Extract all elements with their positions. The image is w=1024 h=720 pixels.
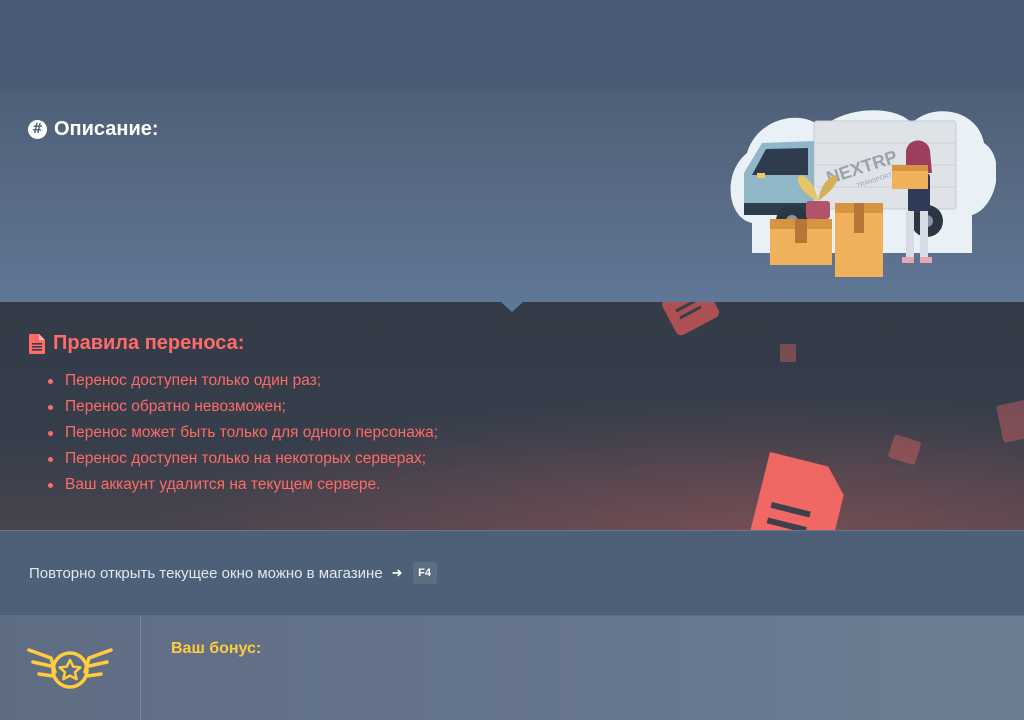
rules-list: Перенос доступен только один раз; Перено… xyxy=(48,368,438,498)
bonus-label: Ваш бонус: xyxy=(171,640,262,657)
moving-truck-illustration: NEXTRP TRANSPORTER xyxy=(730,110,996,277)
rule-text: Ваш аккаунт удалится на текущем сервере. xyxy=(65,476,381,493)
description-heading: # Описание: xyxy=(28,118,159,141)
list-item: Ваш аккаунт удалится на текущем сервере. xyxy=(48,472,438,498)
hash-icon: # xyxy=(28,120,47,139)
description-section: # Описание: NEXTRP TRANSPORTER xyxy=(0,91,1024,302)
bullet-icon xyxy=(48,456,53,462)
rule-text: Перенос доступен только на некоторых сер… xyxy=(65,450,426,467)
top-bar xyxy=(0,0,1024,92)
reopen-hint-section: Повторно открыть текущее окно можно в ма… xyxy=(0,531,1024,616)
bullet-icon xyxy=(48,404,53,410)
shop-hotkey-badge[interactable]: F4 xyxy=(412,562,437,584)
rule-text: Перенос обратно невозможен; xyxy=(65,398,286,415)
rules-heading: Правила переноса: xyxy=(29,332,244,355)
list-item: Перенос доступен только один раз; xyxy=(48,368,438,394)
bullet-icon xyxy=(48,482,53,488)
list-item: Перенос обратно невозможен; xyxy=(48,394,438,420)
winged-star-badge-icon xyxy=(27,648,113,689)
description-title: Описание: xyxy=(54,118,159,140)
rules-title: Правила переноса: xyxy=(53,332,245,354)
section-notch xyxy=(501,302,523,312)
bullet-icon xyxy=(48,430,53,436)
bonus-emblem-cell xyxy=(0,616,141,720)
rule-text: Перенос доступен только один раз; xyxy=(65,372,322,389)
reopen-hint: Повторно открыть текущее окно можно в ма… xyxy=(29,562,437,584)
document-icon xyxy=(29,333,45,354)
rule-text: Перенос может быть только для одного пер… xyxy=(65,424,439,441)
list-item: Перенос доступен только на некоторых сер… xyxy=(48,446,438,472)
bonus-section: Ваш бонус: xyxy=(0,616,1024,720)
list-item: Перенос может быть только для одного пер… xyxy=(48,420,438,446)
reopen-hint-text: Повторно открыть текущее окно можно в ма… xyxy=(29,564,383,582)
rules-section: Правила переноса: Перенос доступен тольк… xyxy=(0,302,1024,531)
arrow-right-icon: ➜ xyxy=(391,565,403,580)
bullet-icon xyxy=(48,378,53,384)
